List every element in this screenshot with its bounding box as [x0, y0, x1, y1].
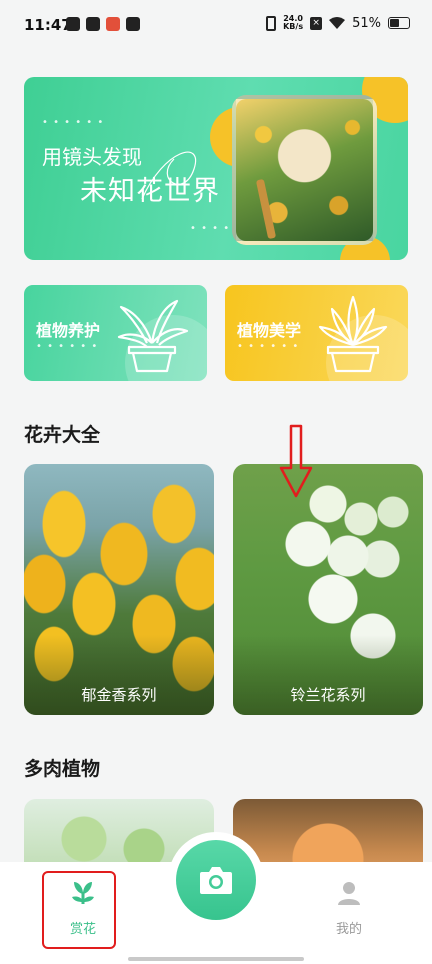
net-speed-unit: KB/s	[283, 22, 304, 31]
camera-button[interactable]	[168, 832, 264, 928]
category-label: 植物养护	[36, 321, 101, 340]
vibrate-icon	[266, 15, 277, 31]
status-right: 24.0 KB/s × 51%	[266, 15, 410, 31]
battery-icon	[388, 17, 410, 29]
notification-app-icon	[106, 17, 120, 31]
category-label: 植物美学	[237, 321, 302, 340]
potted-plant-icon	[117, 299, 189, 373]
status-bar: 11:47 24.0 KB/s × 51%	[0, 0, 432, 52]
flower-card-name: 郁金香系列	[81, 686, 157, 704]
notification-app-icon	[86, 17, 100, 31]
flower-card-lily[interactable]: 铃兰花系列	[233, 464, 423, 715]
net-speed: 24.0 KB/s	[283, 15, 303, 31]
category-plant-aesthetics[interactable]: 植物美学 • • • • • •	[225, 285, 408, 381]
no-sim-icon: ×	[310, 16, 323, 30]
highlight-box-annotation	[42, 871, 116, 949]
home-indicator[interactable]	[128, 957, 304, 961]
section-title-succulents: 多肉植物	[24, 758, 101, 780]
tab-mine[interactable]: 我的	[314, 880, 384, 937]
battery-percent: 51%	[352, 15, 381, 31]
hero-banner[interactable]: • • • • • • 用镜头发现 未知花世界 • • • • • •	[24, 77, 408, 260]
camera-icon	[200, 867, 232, 894]
decor-dots: • • • • • •	[42, 117, 105, 128]
status-time: 11:47	[24, 16, 72, 34]
down-arrow-annotation	[279, 424, 313, 498]
notification-app-icon	[126, 17, 140, 31]
decor-dots: • • • • • •	[36, 341, 99, 352]
swirl-decoration	[141, 151, 197, 200]
section-title-flowers: 花卉大全	[24, 424, 101, 446]
notification-icons	[66, 17, 140, 31]
decor-dots: • • • • • •	[237, 341, 300, 352]
flower-card-name: 铃兰花系列	[290, 686, 366, 704]
wifi-icon	[329, 17, 346, 29]
tab-mine-label: 我的	[335, 922, 362, 937]
category-plant-care[interactable]: 植物养护 • • • • • •	[24, 285, 207, 381]
notification-app-icon	[66, 17, 80, 31]
banner-line1: 用镜头发现	[42, 145, 142, 169]
camera-button-bg	[176, 840, 256, 920]
potted-plant-icon	[318, 295, 388, 373]
flower-card-tulip[interactable]: 郁金香系列	[24, 464, 214, 715]
user-icon	[338, 882, 360, 905]
banner-photo	[232, 95, 377, 245]
photo-stick	[255, 178, 277, 240]
